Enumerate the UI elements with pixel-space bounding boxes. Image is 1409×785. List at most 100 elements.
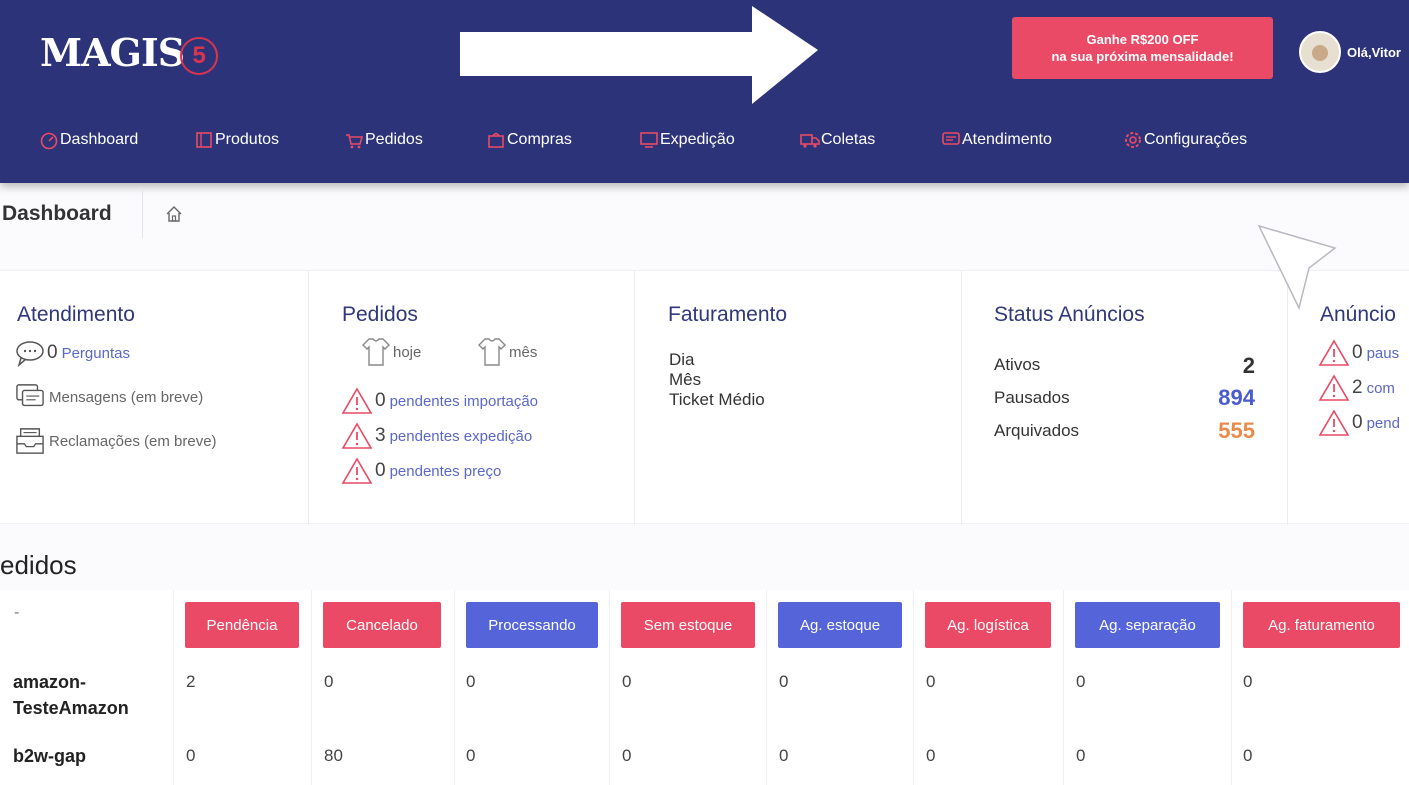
faturamento-card: Faturamento Dia Mês Ticket Médio	[635, 271, 962, 525]
purchases-icon	[485, 130, 507, 150]
status-ag-estoque-button[interactable]: Ag. estoque	[778, 602, 902, 648]
row-name-line1: b2w-gap	[13, 746, 87, 766]
nav-configuracoes-label: Configurações	[1144, 131, 1248, 148]
user-menu[interactable]: Olá,Vitor	[1299, 31, 1401, 73]
warning-icon	[1318, 339, 1350, 366]
avatar[interactable]	[1299, 31, 1341, 73]
table-cell[interactable]: 0	[622, 746, 631, 766]
column-divider	[311, 590, 312, 785]
hoje-label: hoje	[393, 343, 422, 361]
pendentes-importacao-link[interactable]: pendentes importação	[390, 393, 538, 410]
table-row-name[interactable]: amazon- TesteAmazon	[13, 669, 129, 721]
pendentes-preco-count: 0	[375, 460, 386, 481]
pedidos-card: Pedidos hoje mês 0 pendentes importação …	[309, 271, 635, 525]
status-ag-faturamento-button[interactable]: Ag. faturamento	[1243, 602, 1400, 648]
dashboard-icon	[38, 130, 60, 150]
arquivados-value[interactable]: 555	[1218, 418, 1255, 444]
anuncios-com-link[interactable]: com	[1367, 380, 1395, 397]
orders-section-title: edidos	[0, 550, 77, 580]
home-icon[interactable]	[165, 205, 183, 223]
breadcrumb: Dashboard	[0, 190, 183, 238]
support-icon	[940, 130, 962, 150]
anuncios-pend-link[interactable]: pend	[1367, 415, 1400, 432]
truck-icon	[799, 130, 821, 150]
orders-icon	[343, 130, 365, 150]
status-ag-logistica-button[interactable]: Ag. logística	[925, 602, 1051, 648]
mensagens-label: Mensagens (em breve)	[49, 388, 204, 406]
pendentes-expedicao-link[interactable]: pendentes expedição	[390, 428, 533, 445]
pendentes-importacao-row[interactable]: 0 pendentes importação	[341, 387, 538, 415]
status-sem-estoque-button[interactable]: Sem estoque	[621, 602, 755, 648]
pendentes-expedicao-row[interactable]: 3 pendentes expedição	[341, 422, 532, 450]
table-cell[interactable]: 0	[779, 746, 788, 766]
table-cell[interactable]: 0	[926, 746, 935, 766]
nav-expedicao-label: Expedição	[660, 131, 735, 148]
nav-atendimento[interactable]: Atendimento	[940, 130, 1052, 150]
perguntas-count: 0	[47, 342, 58, 363]
status-ag-separacao-button[interactable]: Ag. separação	[1075, 602, 1220, 648]
promo-button[interactable]: Ganhe R$200 OFF na sua próxima mensalida…	[1012, 17, 1273, 79]
column-divider	[454, 590, 455, 785]
pendentes-preco-link[interactable]: pendentes preço	[390, 463, 502, 480]
nav-produtos[interactable]: Produtos	[193, 130, 279, 150]
nav-configuracoes[interactable]: Configurações	[1122, 130, 1247, 150]
messages-icon	[16, 384, 44, 407]
row-name-line2: TesteAmazon	[13, 698, 129, 718]
nav-coletas[interactable]: Coletas	[799, 130, 875, 150]
table-cell[interactable]: 0	[324, 672, 333, 692]
pedidos-hoje[interactable]: hoje	[359, 335, 421, 369]
column-divider	[1231, 590, 1232, 785]
pedidos-mes[interactable]: mês	[475, 335, 537, 369]
table-cell[interactable]: 0	[1076, 672, 1085, 692]
nav-expedicao[interactable]: Expedição	[638, 130, 735, 150]
warning-icon	[341, 387, 373, 414]
anuncios-pausados-link[interactable]: paus	[1367, 345, 1400, 362]
mensagens-row: Mensagens (em breve)	[15, 383, 203, 411]
pedidos-title: Pedidos	[342, 303, 418, 326]
table-cell[interactable]: 0	[622, 672, 631, 692]
status-pendencia-button[interactable]: Pendência	[185, 602, 299, 648]
perguntas-link[interactable]: Perguntas	[62, 345, 130, 362]
anuncios-com-row[interactable]: 2 com	[1318, 374, 1395, 402]
arquivados-label: Arquivados	[994, 421, 1080, 440]
summary-cards: Atendimento 0 Perguntas Mensagens (em br…	[0, 270, 1409, 525]
status-processando-button[interactable]: Processando	[466, 602, 598, 648]
column-divider	[1063, 590, 1064, 785]
anuncios-pausados-row[interactable]: 0 paus	[1318, 339, 1399, 367]
magis5-logo[interactable]: MAGIS 5	[40, 30, 219, 75]
table-cell[interactable]: 0	[1076, 746, 1085, 766]
nav-atendimento-label: Atendimento	[962, 131, 1052, 148]
status-anuncios-title: Status Anúncios	[994, 303, 1145, 326]
logo-text: MAGIS	[40, 30, 185, 75]
perguntas-row[interactable]: 0 Perguntas	[15, 339, 130, 367]
table-cell[interactable]: 0	[466, 746, 475, 766]
warning-icon	[341, 457, 373, 484]
table-cell[interactable]: 80	[324, 746, 343, 766]
table-cell[interactable]: 0	[926, 672, 935, 692]
status-cancelado-button[interactable]: Cancelado	[323, 602, 441, 648]
pausados-value[interactable]: 894	[1218, 385, 1255, 411]
table-cell[interactable]: 2	[186, 672, 195, 692]
nav-pedidos[interactable]: Pedidos	[343, 130, 423, 150]
pendentes-preco-row[interactable]: 0 pendentes preço	[341, 457, 501, 485]
shipping-icon	[638, 130, 660, 150]
nav-compras[interactable]: Compras	[485, 130, 572, 150]
table-cell[interactable]: 0	[779, 672, 788, 692]
table-cell[interactable]: 0	[466, 672, 475, 692]
inbox-icon	[16, 428, 44, 454]
main-nav: Dashboard Produtos Pedidos Compras Exped…	[0, 130, 1409, 156]
gear-icon	[1122, 130, 1144, 150]
ativos-value[interactable]: 2	[1243, 353, 1255, 379]
promo-line1: Ganhe R$200 OFF	[1086, 32, 1199, 47]
anuncios-pend-row[interactable]: 0 pend	[1318, 409, 1400, 437]
promo-line2: na sua próxima mensalidade!	[1051, 49, 1234, 64]
table-cell[interactable]: 0	[186, 746, 195, 766]
reclamacoes-row: Reclamações (em breve)	[15, 427, 217, 455]
user-greeting: Olá,Vitor	[1347, 44, 1401, 60]
table-cell[interactable]: 0	[1243, 746, 1252, 766]
nav-dashboard[interactable]: Dashboard	[38, 130, 138, 150]
pausados-label: Pausados	[994, 388, 1070, 407]
table-row-name[interactable]: b2w-gap	[13, 743, 86, 769]
table-cell[interactable]: 0	[1243, 672, 1252, 692]
page-title: Dashboard	[0, 190, 143, 238]
